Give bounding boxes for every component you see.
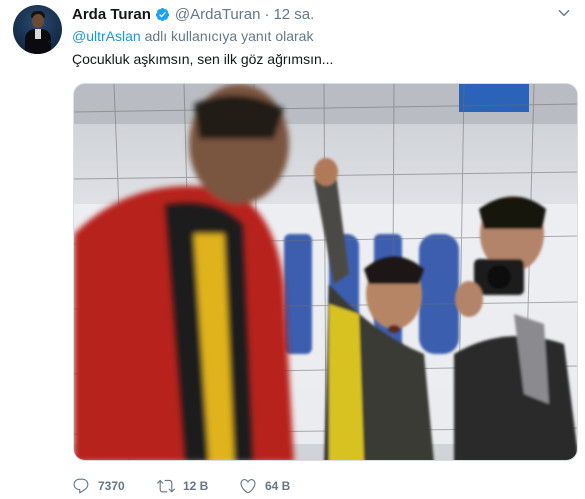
retweet-count: 12 B: [183, 479, 209, 493]
reply-suffix: adlı kullanıcıya yanıt olarak: [144, 28, 314, 44]
separator-dot: ·: [264, 5, 270, 23]
photo-illustration: [74, 84, 577, 460]
tweet-time[interactable]: 12 sa.: [273, 6, 314, 23]
tweet-card: Arda Turan @ArdaTuran · 12 sa. @ultrAsla…: [0, 0, 585, 499]
reply-count: 7370: [98, 479, 125, 493]
reply-context: @ultrAslan adlı kullanıcıya yanıt olarak: [72, 28, 313, 44]
reply-mention-link[interactable]: @ultrAslan: [72, 28, 141, 44]
heart-icon: [240, 479, 256, 494]
author-handle[interactable]: @ArdaTuran: [175, 6, 261, 23]
like-count: 64 B: [265, 479, 291, 493]
verified-badge-icon: [155, 7, 169, 21]
avatar-head: [32, 14, 44, 28]
chevron-down-icon[interactable]: [557, 6, 571, 20]
author-name[interactable]: Arda Turan: [72, 6, 151, 23]
tweet-photo[interactable]: [73, 83, 578, 461]
tweet-text: Çocukluk aşkımsın, sen ilk göz ağrımsın.…: [72, 51, 334, 67]
like-button[interactable]: 64 B: [239, 477, 319, 495]
reply-icon: [73, 478, 89, 494]
retweet-icon: [157, 479, 175, 493]
avatar-collar: [35, 29, 41, 39]
tweet-actions: 7370 12 B 64 B: [72, 476, 319, 496]
retweet-button[interactable]: 12 B: [157, 477, 239, 495]
avatar[interactable]: [13, 5, 62, 54]
tweet-header: Arda Turan @ArdaTuran · 12 sa.: [72, 4, 314, 24]
reply-button[interactable]: 7370: [72, 477, 157, 495]
